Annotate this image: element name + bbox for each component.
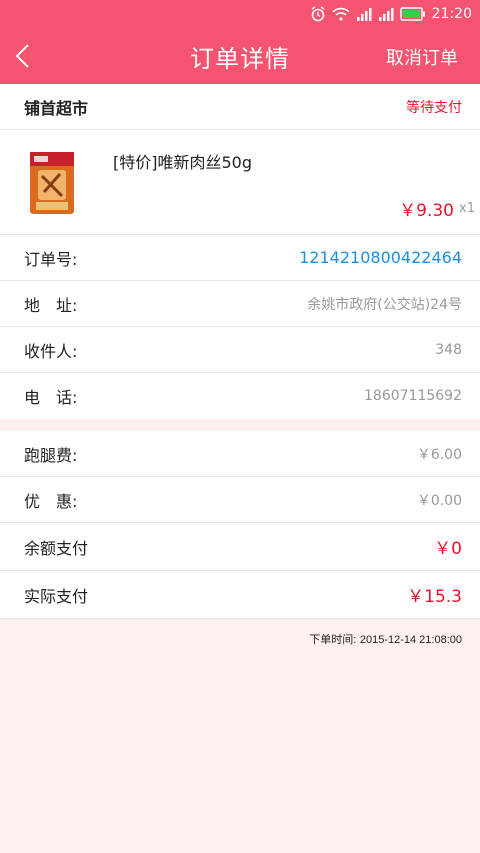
recipient-row: 收件人: 348 bbox=[0, 327, 480, 373]
product-thumbnail bbox=[30, 152, 74, 214]
store-row: 铺首超市 等待支付 bbox=[0, 84, 480, 130]
product-name: [特价]唯新肉丝50g bbox=[113, 153, 253, 172]
battery-icon bbox=[399, 7, 425, 21]
phone-value: 18607115692 bbox=[364, 388, 462, 404]
discount-value: ￥0.00 bbox=[416, 492, 462, 509]
chevron-left-icon bbox=[15, 44, 29, 68]
delivery-fee-value: ￥6.00 bbox=[416, 446, 462, 463]
signal-icon-2 bbox=[378, 8, 394, 21]
recipient-label: 收件人: bbox=[24, 341, 78, 361]
order-number-label: 订单号: bbox=[24, 249, 78, 269]
page-title: 订单详情 bbox=[190, 44, 290, 73]
fee-card: 跑腿费: ￥6.00 优 惠: ￥0.00 余额支付 ￥0 实际支付 ￥15.3 bbox=[0, 431, 480, 619]
address-value: 余姚市政府(公交站)24号 bbox=[307, 296, 462, 313]
actual-payment-value: ￥15.3 bbox=[407, 587, 462, 607]
phone-label: 电 话: bbox=[24, 388, 78, 407]
order-number-row: 订单号: 1214210800422464 bbox=[0, 235, 480, 281]
delivery-fee-label: 跑腿费: bbox=[24, 445, 78, 465]
recipient-value: 348 bbox=[435, 341, 462, 358]
back-button[interactable] bbox=[10, 40, 40, 72]
order-time: 下单时间: 2015-12-14 21:08:00 bbox=[0, 619, 480, 647]
status-bar: 21:20 bbox=[0, 0, 480, 28]
balance-payment-row: 余额支付 ￥0 bbox=[0, 523, 480, 571]
delivery-fee-row: 跑腿费: ￥6.00 bbox=[0, 431, 480, 477]
clock-time: 21:20 bbox=[431, 6, 472, 22]
address-row: 地 址: 余姚市政府(公交站)24号 bbox=[0, 281, 480, 327]
signal-icon bbox=[356, 8, 372, 21]
store-name: 铺首超市 bbox=[24, 98, 89, 118]
order-number-value: 1214210800422464 bbox=[299, 248, 462, 267]
balance-payment-value: ￥0 bbox=[434, 539, 462, 559]
order-time-value: 2015-12-14 21:08:00 bbox=[359, 634, 462, 646]
balance-payment-label: 余额支付 bbox=[24, 538, 89, 558]
discount-row: 优 惠: ￥0.00 bbox=[0, 477, 480, 523]
order-time-label: 下单时间: bbox=[309, 634, 357, 646]
alarm-icon bbox=[311, 6, 325, 22]
product-price: ￥9.30 bbox=[399, 201, 454, 221]
order-status-badge: 等待支付 bbox=[406, 99, 462, 116]
section-divider bbox=[0, 419, 480, 431]
title-bar: 订单详情 取消订单 bbox=[0, 28, 480, 84]
wifi-icon bbox=[332, 7, 350, 21]
phone-row: 电 话: 18607115692 bbox=[0, 373, 480, 419]
cancel-order-button[interactable]: 取消订单 bbox=[386, 44, 458, 70]
product-quantity: x1 bbox=[459, 201, 475, 216]
product-item[interactable]: [特价]唯新肉丝50g ￥9.30 x1 bbox=[0, 130, 480, 235]
actual-payment-label: 实际支付 bbox=[24, 586, 89, 606]
address-label: 地 址: bbox=[24, 295, 78, 315]
order-card: 铺首超市 等待支付 [特价]唯新肉丝50g ￥9.30 x1 订单号: 1214… bbox=[0, 84, 480, 419]
actual-payment-row: 实际支付 ￥15.3 bbox=[0, 571, 480, 619]
discount-label: 优 惠: bbox=[24, 491, 78, 511]
